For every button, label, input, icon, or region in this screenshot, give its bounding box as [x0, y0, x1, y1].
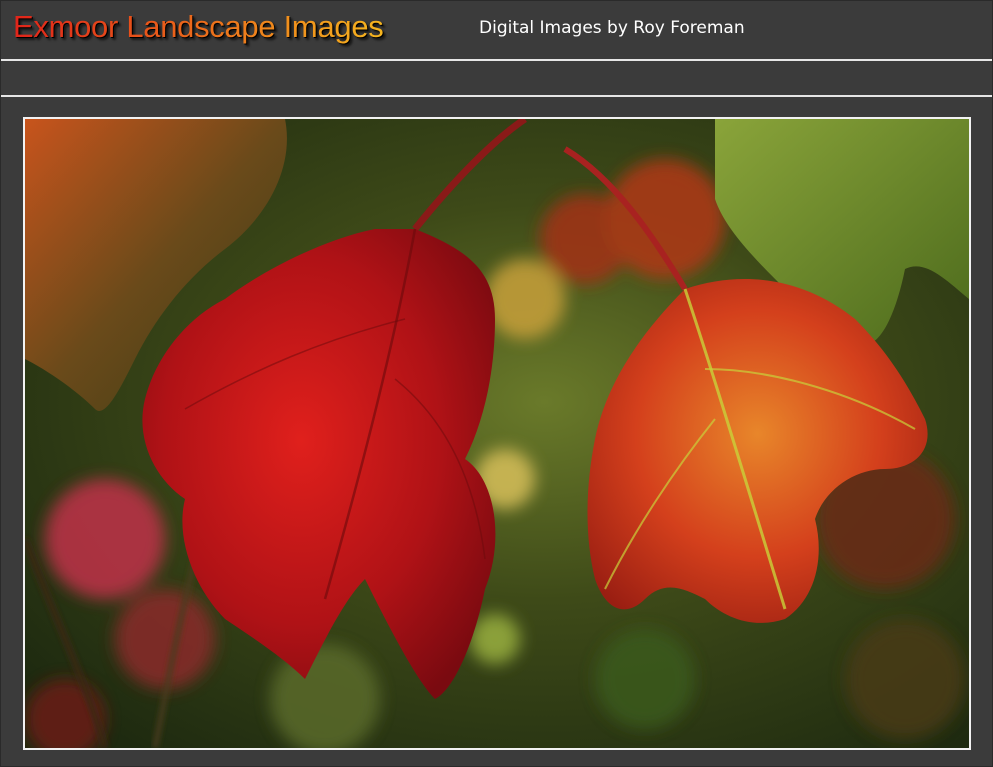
page: Exmoor Landscape Images Digital Images b…: [0, 0, 993, 767]
main-photo[interactable]: [23, 117, 971, 750]
nav-bar: [1, 61, 992, 95]
header-divider-bottom: [1, 95, 992, 97]
site-title[interactable]: Exmoor Landscape Images: [13, 8, 384, 46]
header: Exmoor Landscape Images Digital Images b…: [1, 1, 992, 59]
photo-artwork: [25, 119, 969, 748]
site-subtitle: Digital Images by Roy Foreman: [479, 18, 745, 38]
